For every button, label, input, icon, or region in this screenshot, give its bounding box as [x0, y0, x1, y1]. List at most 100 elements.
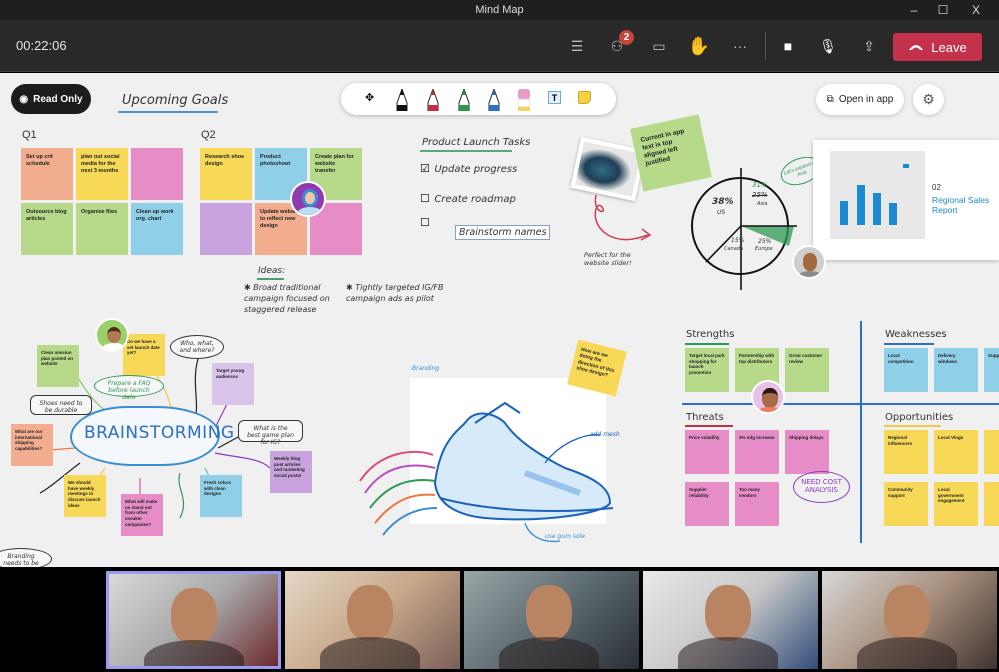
- weakness-note[interactable]: Delivery windows: [934, 348, 978, 392]
- thought-bubble[interactable]: Prepare a FAQ before launch date: [94, 375, 164, 401]
- participant-face: [171, 588, 217, 644]
- opportunity-note[interactable]: Local Vlogs: [934, 430, 978, 474]
- title-underline: [118, 111, 218, 113]
- sticky-note[interactable]: [131, 148, 183, 200]
- settings-button[interactable]: ⚙: [913, 84, 944, 115]
- sales-report-slide[interactable]: 02 Regional Sales Report: [813, 140, 999, 260]
- red-pen-icon[interactable]: [427, 89, 439, 111]
- sticky-note[interactable]: Clean up work org. chart: [131, 203, 183, 255]
- participant-body: [857, 637, 957, 669]
- sticky-note[interactable]: We should have weekly meetings to discus…: [64, 475, 106, 517]
- q1-label: Q1: [22, 129, 37, 141]
- share-screen-icon[interactable]: ⇪: [857, 34, 881, 58]
- sticky-note[interactable]: Clean mission plan posted on website: [37, 345, 79, 387]
- threat-note[interactable]: Price volatility: [685, 430, 729, 474]
- sticky-note[interactable]: Fresh colors with clean designs: [200, 475, 242, 517]
- eraser-icon[interactable]: [518, 89, 530, 111]
- idea-item: ✱ Broad traditional campaign focused on …: [244, 283, 330, 314]
- task-item[interactable]: ☐: [420, 213, 430, 231]
- video-gallery: [0, 567, 999, 672]
- opportunity-note[interactable]: Community support: [884, 482, 928, 526]
- chat-icon[interactable]: ▭: [647, 34, 671, 58]
- sticky-note[interactable]: Weekly blog post articles and marketing …: [270, 451, 312, 493]
- black-pen-icon[interactable]: [396, 89, 408, 111]
- sticky-note[interactable]: What are our international shipping capa…: [11, 424, 53, 466]
- swot-vertical-divider: [860, 321, 862, 543]
- video-tile-participant-4[interactable]: [643, 571, 818, 669]
- tasks-title: Product Launch Tasks: [422, 137, 531, 148]
- participant-body: [320, 637, 420, 669]
- sticky-note[interactable]: [200, 203, 252, 255]
- thought-bubble[interactable]: Shoes need to be durable: [30, 395, 92, 415]
- sticky-note-icon[interactable]: [578, 91, 591, 104]
- participant-body: [678, 637, 778, 669]
- close-button[interactable]: X: [959, 0, 993, 20]
- pie-asia-label: Asia: [757, 201, 768, 207]
- thought-bubble[interactable]: Branding needs to be bright and clean: [0, 548, 52, 567]
- raise-hand-icon[interactable]: ✋: [687, 34, 711, 58]
- participant-face: [526, 585, 572, 641]
- sticky-note[interactable]: Organize files: [76, 203, 128, 255]
- opportunity-note[interactable]: [984, 430, 999, 474]
- list-icon[interactable]: ☰: [565, 34, 589, 58]
- whiteboard-canvas[interactable]: ◉ Read Only Upcoming Goals ✥ T ⧉ Open in…: [0, 73, 999, 567]
- read-only-badge[interactable]: ◉ Read Only: [11, 84, 91, 114]
- maximize-button[interactable]: ☐: [926, 0, 960, 20]
- sticky-note[interactable]: What will make us stand out from other s…: [121, 494, 163, 536]
- move-icon[interactable]: ✥: [365, 91, 374, 104]
- sticky-note[interactable]: Target young audiences: [212, 363, 254, 405]
- ideas-title: Ideas:: [258, 266, 286, 276]
- ideas-underline: [257, 278, 284, 280]
- checkbox-icon[interactable]: ☐: [420, 217, 430, 229]
- opportunity-note[interactable]: Local government engagement: [934, 482, 978, 526]
- sticky-note[interactable]: Set up crit schedule: [21, 148, 73, 200]
- star-icon: ✱: [244, 283, 251, 292]
- task-item[interactable]: ☑ Update progress: [420, 159, 517, 177]
- avatar-bearded: [792, 245, 826, 279]
- camera-icon[interactable]: ■: [776, 34, 800, 58]
- weakness-note[interactable]: Local competition: [884, 348, 928, 392]
- red-arrow-doodle: [594, 194, 652, 241]
- read-only-label: Read Only: [33, 93, 83, 105]
- sticky-note[interactable]: Do we have a set launch date yet?: [123, 334, 165, 376]
- thought-bubble[interactable]: What is the best game plan for IG?: [238, 420, 303, 446]
- strength-note[interactable]: Great customer review: [785, 348, 829, 392]
- checkbox-icon[interactable]: ☐: [420, 193, 430, 205]
- video-tile-participant-1[interactable]: [106, 571, 281, 669]
- thought-bubble[interactable]: Who, what, and where?: [170, 335, 224, 359]
- participant-body: [144, 640, 244, 666]
- slide-title: Regional Sales Report: [932, 195, 990, 216]
- video-tile-participant-2[interactable]: [285, 571, 460, 669]
- mic-icon[interactable]: 🎙: [816, 34, 840, 58]
- hang-up-icon: [909, 45, 924, 50]
- threat-note[interactable]: Shipping delays: [785, 430, 829, 474]
- threat-note[interactable]: Too many vendors: [735, 482, 779, 526]
- checked-checkbox-icon[interactable]: ☑: [420, 163, 430, 175]
- sketch-annotation: use gum sole: [545, 533, 586, 540]
- green-pen-icon[interactable]: [458, 89, 470, 111]
- leave-button[interactable]: Leave: [893, 33, 982, 61]
- sticky-note[interactable]: Research shoe design: [200, 148, 252, 200]
- weakness-note[interactable]: Supply sources: [984, 348, 999, 392]
- strength-note[interactable]: Target local park shopping for launch pr…: [685, 348, 729, 392]
- opportunity-note[interactable]: Regional influencers: [884, 430, 928, 474]
- more-icon[interactable]: ···: [728, 34, 752, 58]
- open-in-app-label: Open in app: [838, 94, 894, 105]
- opportunities-title: Opportunities: [885, 412, 954, 423]
- blue-pen-icon[interactable]: [488, 89, 500, 111]
- video-tile-participant-3[interactable]: [464, 571, 639, 669]
- text-tool-icon[interactable]: T: [548, 91, 561, 104]
- open-in-app-button[interactable]: ⧉ Open in app: [816, 84, 904, 115]
- toolbar-divider: [765, 32, 766, 60]
- threat-note[interactable]: 3% mfg increase: [735, 430, 779, 474]
- sticky-note[interactable]: plan out social media for the next 3 mon…: [76, 148, 128, 200]
- brainstorm-names-input[interactable]: Brainstorm names: [455, 225, 551, 240]
- opportunity-note[interactable]: [984, 482, 999, 526]
- sticky-note[interactable]: Outsource blog articles: [21, 203, 73, 255]
- task-item[interactable]: ☐ Create roadmap: [420, 189, 516, 207]
- window-title: Mind Map: [475, 4, 524, 16]
- threat-note[interactable]: Supplier reliability: [685, 482, 729, 526]
- leave-label: Leave: [931, 39, 967, 55]
- pie-us-label: US: [717, 209, 726, 216]
- video-tile-participant-5[interactable]: [822, 571, 997, 669]
